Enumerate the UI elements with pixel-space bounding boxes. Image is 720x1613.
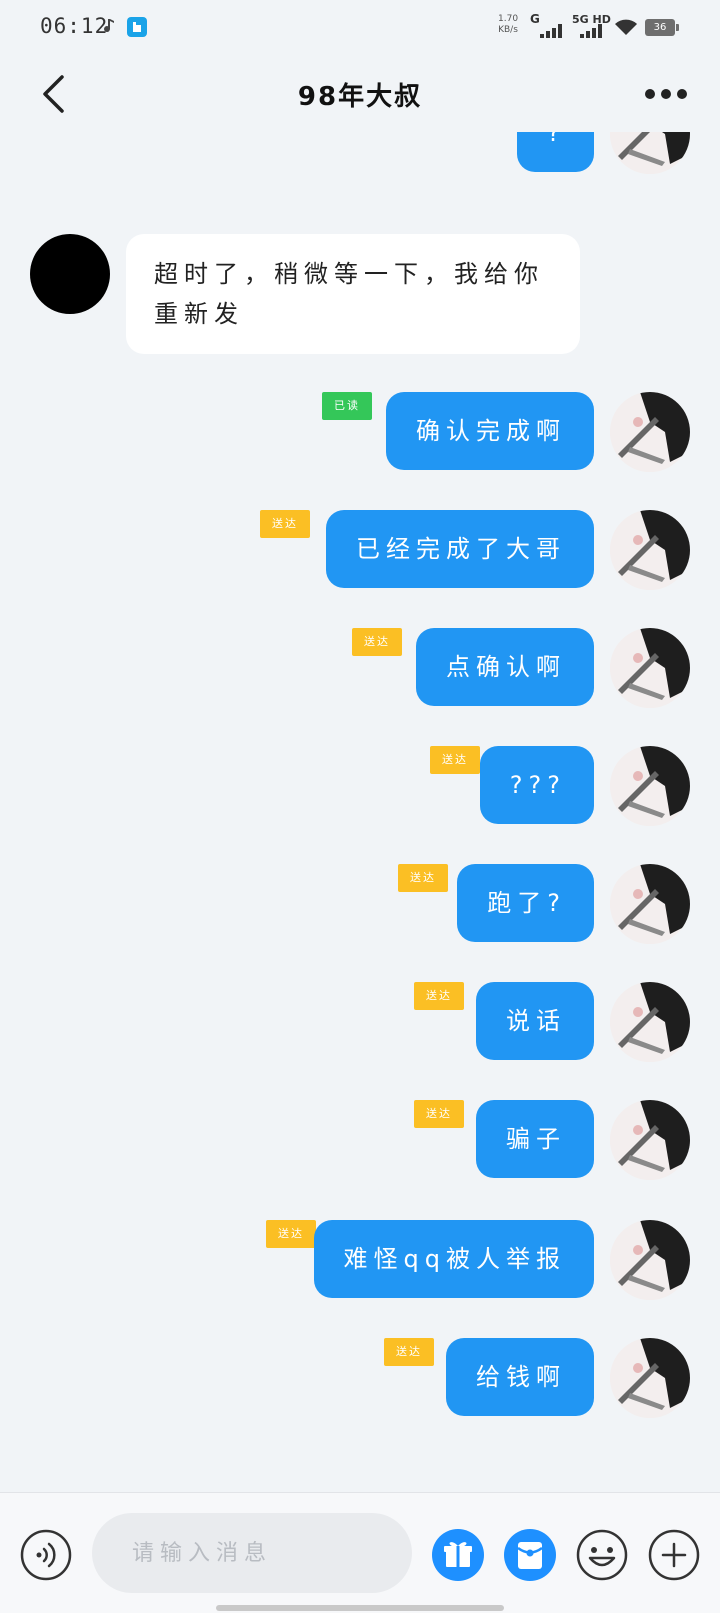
message-bubble-received[interactable]: 超时了，稍微等一下，我给你重新发 [126, 234, 580, 354]
message-bubble-sent[interactable]: 难怪qq被人举报 [313, 1220, 594, 1298]
sent-status-badge: 送达 [414, 1100, 464, 1128]
more-dots-icon[interactable] [644, 88, 688, 100]
message-bubble-sent[interactable]: ? [517, 132, 594, 172]
wifi-icon [615, 19, 637, 35]
app-notification-icon [127, 17, 147, 37]
read-status-badge: 已读 [322, 392, 372, 420]
avatar[interactable] [610, 982, 690, 1062]
sent-status-badge: 送达 [398, 864, 448, 892]
message-input[interactable] [92, 1513, 412, 1593]
user-avatar-image [610, 746, 690, 826]
user-avatar-image [610, 864, 690, 944]
avatar[interactable] [610, 392, 690, 472]
message-bubble-sent[interactable]: 给钱啊 [446, 1338, 594, 1416]
plus-icon[interactable] [648, 1529, 700, 1581]
chat-messages[interactable]: ? 超时了，稍微等一下，我给你重新发 已读 确认完成啊 送达 已经完成了大哥 送… [0, 132, 720, 1492]
home-indicator[interactable] [216, 1605, 504, 1611]
sent-status-badge: 送达 [430, 746, 480, 774]
message-bubble-sent[interactable]: 跑了? [457, 864, 594, 942]
status-bar: 06:12 1.70 KB/s G 5G HD 36 [0, 0, 720, 56]
user-avatar-image [610, 1338, 690, 1418]
battery-level: 36 [653, 22, 667, 33]
status-time: 06:12 [40, 14, 109, 38]
user-avatar-image [610, 392, 690, 472]
message-bubble-sent[interactable]: ??? [479, 746, 594, 824]
sent-status-badge: 送达 [352, 628, 402, 656]
avatar[interactable] [30, 234, 110, 314]
avatar[interactable] [610, 1220, 690, 1300]
gift-icon[interactable] [432, 1529, 484, 1581]
sent-status-badge: 送达 [414, 982, 464, 1010]
message-bubble-sent[interactable]: 骗子 [476, 1100, 594, 1178]
network-speed: 1.70 KB/s [498, 14, 519, 35]
message-bubble-sent[interactable]: 已经完成了大哥 [326, 510, 594, 588]
avatar[interactable] [610, 1100, 690, 1180]
sent-status-badge: 送达 [384, 1338, 434, 1366]
input-bar [0, 1492, 720, 1613]
user-avatar-image [610, 510, 690, 590]
signal-icon [580, 24, 602, 38]
red-packet-icon[interactable] [504, 1529, 556, 1581]
avatar[interactable] [610, 132, 690, 174]
user-avatar-image [610, 132, 690, 174]
network-g-label: G [530, 12, 540, 26]
avatar[interactable] [610, 864, 690, 944]
avatar[interactable] [610, 1338, 690, 1418]
user-avatar-image [610, 1220, 690, 1300]
voice-icon[interactable] [20, 1529, 72, 1581]
sent-status-badge: 送达 [260, 510, 310, 538]
user-avatar-image [610, 1100, 690, 1180]
avatar[interactable] [610, 510, 690, 590]
message-bubble-sent[interactable]: 确认完成啊 [386, 392, 594, 470]
chat-title: 98年大叔 [297, 82, 423, 112]
user-avatar-image [610, 628, 690, 708]
user-avatar-image [610, 982, 690, 1062]
message-bubble-sent[interactable]: 点确认啊 [416, 628, 594, 706]
message-bubble-sent[interactable]: 说话 [476, 982, 594, 1060]
signal-icon [540, 24, 562, 38]
sent-status-badge: 送达 [266, 1220, 316, 1248]
emoji-icon[interactable] [576, 1529, 628, 1581]
nav-bar: 98年大叔 [0, 56, 720, 132]
battery-icon: 36 [645, 19, 679, 36]
music-note-icon [104, 19, 114, 33]
avatar[interactable] [610, 746, 690, 826]
avatar[interactable] [610, 628, 690, 708]
